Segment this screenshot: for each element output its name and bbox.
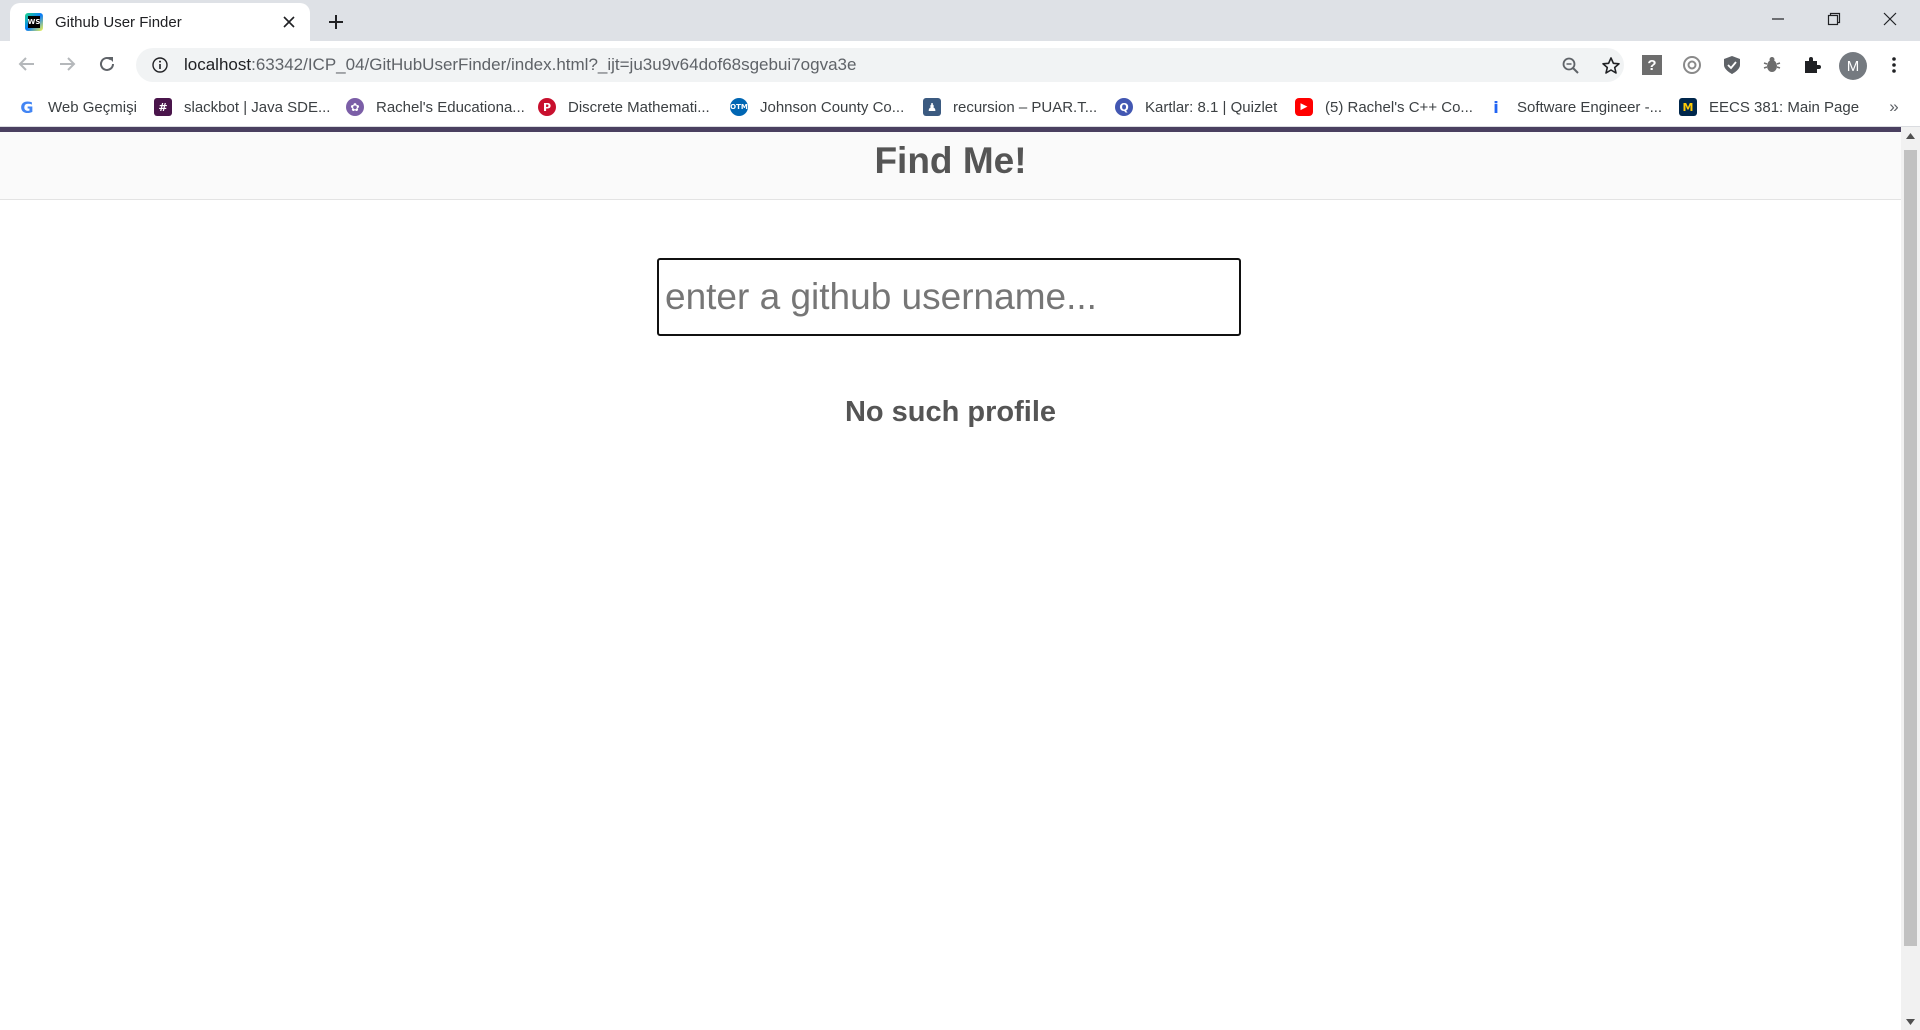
privacy-extension-icon[interactable]	[1680, 53, 1704, 77]
puar-icon: ♟	[923, 98, 941, 116]
scroll-down-button[interactable]	[1901, 1013, 1920, 1030]
bookmark-slackbot[interactable]: # slackbot | Java SDE...	[154, 93, 330, 121]
puzzle-icon[interactable]	[1800, 53, 1824, 77]
bookmark-software-engineer[interactable]: i Software Engineer -...	[1487, 93, 1662, 121]
webstorm-icon: WS	[25, 13, 43, 31]
page-title: Find Me!	[874, 140, 1027, 181]
address-bar[interactable]: localhost:63342/ICP_04/GitHubUserFinder/…	[136, 48, 1624, 82]
restore-button[interactable]	[1806, 0, 1862, 38]
triangle-down-icon	[1906, 1018, 1915, 1025]
scroll-up-button[interactable]	[1901, 127, 1920, 144]
minimize-icon	[1772, 18, 1784, 20]
browser-toolbar: localhost:63342/ICP_04/GitHubUserFinder/…	[0, 41, 1920, 87]
back-button[interactable]	[11, 48, 43, 80]
slack-icon: #	[154, 98, 172, 116]
close-icon	[1883, 12, 1897, 26]
menu-dots-icon[interactable]	[1882, 53, 1906, 77]
zoom-icon[interactable]	[1558, 53, 1584, 79]
tab-title: Github User Finder	[55, 13, 182, 31]
bookmark-youtube-cpp[interactable]: ▶ (5) Rachel's C++ Co...	[1295, 93, 1473, 121]
puzzle-piece-icon: ✿	[346, 98, 364, 116]
close-tab-button[interactable]	[278, 11, 300, 33]
jccc-icon: OTM	[730, 98, 748, 116]
github-username-input[interactable]	[657, 258, 1241, 336]
vertical-scrollbar[interactable]	[1901, 127, 1920, 1030]
minimize-button[interactable]	[1750, 0, 1806, 38]
indeed-icon: i	[1493, 97, 1499, 117]
reload-icon	[100, 56, 114, 71]
tab-strip: WS Github User Finder	[0, 0, 1920, 41]
reload-button[interactable]	[91, 48, 123, 80]
restore-icon	[1827, 12, 1841, 26]
bookmark-star-icon[interactable]	[1598, 53, 1624, 79]
quizlet-icon: Q	[1115, 98, 1133, 116]
bookmarks-bar: G Web Geçmişi # slackbot | Java SDE... ✿…	[0, 87, 1920, 127]
close-icon	[283, 16, 295, 28]
bookmark-rachels-educational[interactable]: ✿ Rachel's Educationa...	[346, 93, 525, 121]
site-header: Find Me!	[0, 132, 1901, 200]
close-window-button[interactable]	[1862, 0, 1918, 38]
bookmark-web-gecmisi[interactable]: G Web Geçmişi	[18, 93, 137, 121]
plus-icon	[329, 15, 343, 29]
info-icon[interactable]	[148, 53, 172, 77]
new-tab-button[interactable]	[322, 8, 350, 36]
bookmarks-overflow-button[interactable]: »	[1880, 93, 1908, 121]
bug-icon[interactable]	[1760, 53, 1784, 77]
result-message: No such profile	[844, 396, 1057, 428]
umich-icon: M	[1679, 98, 1697, 116]
profile-avatar[interactable]: M	[1839, 52, 1867, 80]
forward-button[interactable]	[51, 48, 83, 80]
google-icon: G	[20, 97, 34, 117]
tab-github-user-finder[interactable]: WS Github User Finder	[10, 3, 310, 41]
shield-icon[interactable]	[1720, 53, 1744, 77]
url-text[interactable]: localhost:63342/ICP_04/GitHubUserFinder/…	[184, 55, 856, 75]
help-extension-icon[interactable]: ?	[1640, 53, 1664, 77]
scrollbar-thumb[interactable]	[1904, 150, 1917, 946]
bookmark-recursion[interactable]: ♟ recursion – PUAR.T...	[923, 93, 1097, 121]
arrow-right-icon	[60, 57, 76, 71]
bookmark-johnson-county[interactable]: OTM Johnson County Co...	[730, 93, 904, 121]
triangle-up-icon	[1906, 132, 1915, 139]
youtube-icon: ▶	[1295, 98, 1313, 116]
bookmark-discrete-math[interactable]: P Discrete Mathemati...	[538, 93, 710, 121]
page-viewport: Find Me! No such profile	[0, 127, 1901, 1030]
arrow-left-icon	[18, 57, 34, 71]
bookmark-quizlet[interactable]: Q Kartlar: 8.1 | Quizlet	[1115, 93, 1277, 121]
bookmark-eecs-381[interactable]: M EECS 381: Main Page	[1679, 93, 1859, 121]
pgcc-icon: P	[538, 98, 556, 116]
